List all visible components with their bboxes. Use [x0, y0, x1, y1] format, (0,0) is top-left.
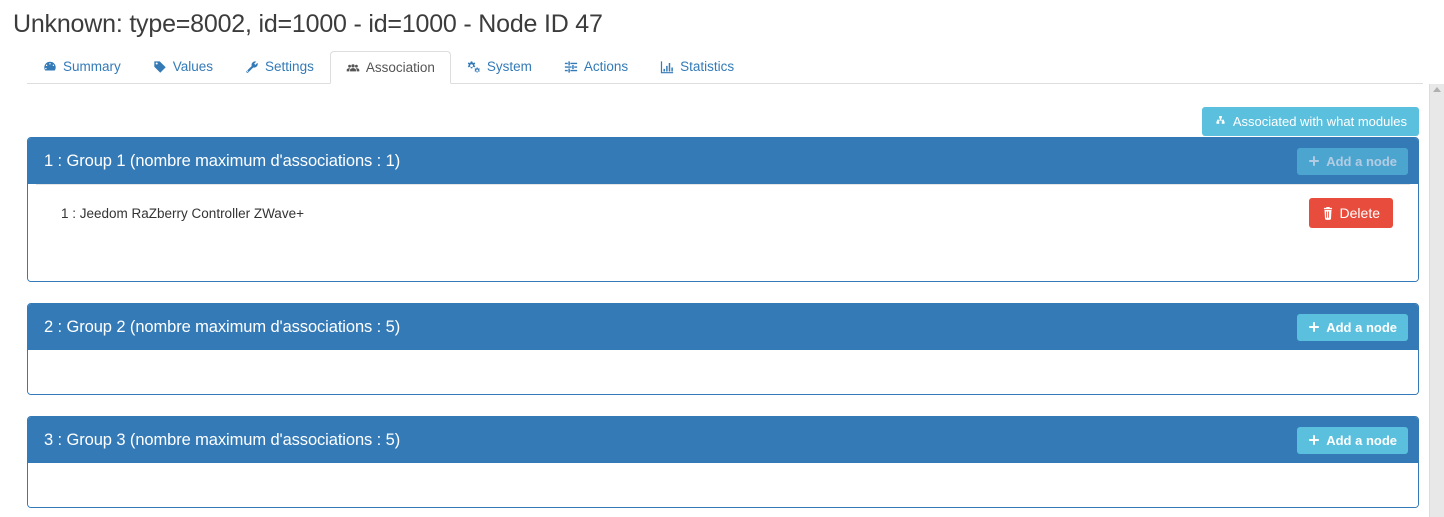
add-node-button[interactable]: Add a node [1297, 313, 1408, 341]
plus-icon [1308, 434, 1320, 446]
group-panel-body: 1 : Jeedom RaZberry Controller ZWave+ De… [28, 184, 1418, 281]
sliders-icon [564, 60, 578, 74]
associated-modules-label: Associated with what modules [1232, 114, 1407, 129]
tab-statistics[interactable]: Statistics [644, 51, 750, 83]
page-title: Unknown: type=8002, id=1000 - id=1000 - … [13, 10, 603, 38]
add-node-button[interactable]: Add a node [1297, 147, 1408, 175]
group-title: 2 : Group 2 (nombre maximum d'associatio… [44, 317, 401, 336]
node-list: 1 : Jeedom RaZberry Controller ZWave+ De… [28, 184, 1418, 241]
tab-system-label: System [486, 59, 532, 75]
page-root: Unknown: type=8002, id=1000 - id=1000 - … [0, 0, 1444, 517]
tag-icon [153, 60, 167, 74]
tab-association[interactable]: Association [329, 51, 451, 84]
association-group-panel: 3 : Group 3 (nombre maximum d'associatio… [27, 416, 1419, 508]
node-row: 1 : Jeedom RaZberry Controller ZWave+ De… [36, 184, 1410, 241]
delete-node-label: Delete [1339, 205, 1380, 221]
node-label: 1 : Jeedom RaZberry Controller ZWave+ [61, 205, 304, 221]
add-node-label: Add a node [1326, 432, 1397, 448]
dashboard-icon [43, 60, 57, 74]
tab-association-label: Association [365, 59, 435, 75]
association-content-area: Associated with what modules 1 : Group 1… [0, 84, 1429, 517]
add-node-label: Add a node [1326, 153, 1397, 169]
tab-actions-label: Actions [583, 59, 629, 75]
association-group-panel: 2 : Group 2 (nombre maximum d'associatio… [27, 303, 1419, 395]
tab-system[interactable]: System [451, 51, 548, 83]
tab-statistics-label: Statistics [680, 59, 735, 75]
tab-values[interactable]: Values [137, 51, 229, 83]
group-panel-heading: 3 : Group 3 (nombre maximum d'associatio… [28, 417, 1418, 463]
vertical-scrollbar[interactable] [1429, 84, 1444, 517]
plus-icon [1308, 155, 1320, 167]
panel-body-padding [28, 350, 1418, 394]
wrench-icon [245, 60, 259, 74]
panel-body-padding [28, 241, 1418, 281]
tab-summary[interactable]: Summary [27, 51, 137, 83]
group-title: 1 : Group 1 (nombre maximum d'associatio… [44, 151, 401, 170]
panel-body-padding [28, 463, 1418, 507]
tab-settings-label: Settings [265, 59, 314, 75]
tab-actions[interactable]: Actions [548, 51, 644, 83]
associated-modules-button[interactable]: Associated with what modules [1201, 107, 1419, 136]
scroll-up-arrow-icon[interactable] [1433, 87, 1441, 92]
cogs-icon [467, 60, 481, 74]
group-panel-heading: 2 : Group 2 (nombre maximum d'associatio… [28, 304, 1418, 350]
users-icon [346, 61, 360, 75]
add-node-button[interactable]: Add a node [1297, 426, 1408, 454]
tab-summary-label: Summary [63, 59, 121, 75]
trash-icon [1322, 206, 1334, 220]
group-panel-heading: 1 : Group 1 (nombre maximum d'associatio… [28, 138, 1418, 184]
plus-icon [1308, 321, 1320, 333]
association-group-panel: 1 : Group 1 (nombre maximum d'associatio… [27, 137, 1419, 282]
group-title: 3 : Group 3 (nombre maximum d'associatio… [44, 430, 401, 449]
content-toolbar: Associated with what modules [0, 84, 1429, 137]
bar-chart-icon [660, 60, 674, 74]
add-node-label: Add a node [1326, 319, 1397, 335]
sitemap-icon [1214, 115, 1227, 128]
group-panel-body [28, 463, 1418, 507]
tab-values-label: Values [172, 59, 214, 75]
tab-bar: Summary Values Settings Association Syst [27, 51, 1423, 84]
delete-node-button[interactable]: Delete [1308, 198, 1393, 228]
group-panel-body [28, 350, 1418, 394]
tab-settings[interactable]: Settings [229, 51, 330, 83]
